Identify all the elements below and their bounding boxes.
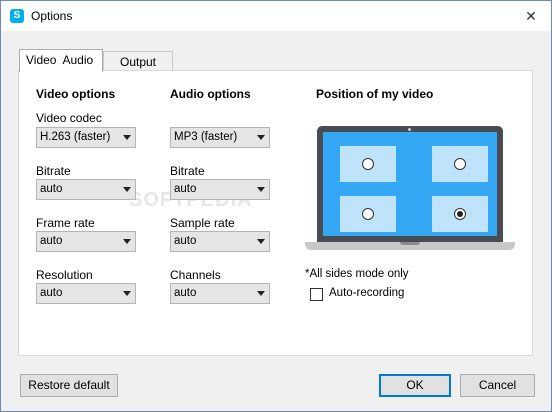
position-bottom-right[interactable] <box>432 196 488 232</box>
video-bitrate-value: auto <box>40 183 63 195</box>
video-codec-label: Video codec <box>36 111 102 125</box>
channels-value: auto <box>174 287 197 299</box>
tab-panel: SOFTPEDIA Video options Video codec H.26… <box>18 70 533 356</box>
position-bottom-left[interactable] <box>340 196 396 232</box>
chevron-down-icon <box>257 239 265 244</box>
video-codec-value: H.263 (faster) <box>40 131 111 143</box>
position-heading: Position of my video <box>316 87 434 101</box>
close-button[interactable]: ✕ <box>511 1 551 31</box>
restore-default-button[interactable]: Restore default <box>20 374 118 397</box>
chevron-down-icon <box>123 239 131 244</box>
resolution-label: Resolution <box>36 268 93 282</box>
laptop-notch <box>400 242 420 245</box>
options-window: S Options ✕ Video Audio Output SOFTPEDIA… <box>0 0 552 412</box>
chevron-down-icon <box>257 135 265 140</box>
tab-video-audio[interactable]: Video Audio <box>19 49 103 72</box>
sample-rate-select[interactable]: auto <box>170 231 270 252</box>
chevron-down-icon <box>123 187 131 192</box>
audio-bitrate-select[interactable]: auto <box>170 179 270 200</box>
cancel-button[interactable]: Cancel <box>460 374 535 397</box>
webcam-dot <box>408 128 411 131</box>
chevron-down-icon <box>257 291 265 296</box>
frame-rate-value: auto <box>40 235 63 247</box>
laptop-lid <box>317 126 503 242</box>
audio-bitrate-label: Bitrate <box>170 164 205 178</box>
resolution-value: auto <box>40 287 63 299</box>
skype-app-icon: S <box>10 9 24 23</box>
frame-rate-select[interactable]: auto <box>36 231 136 252</box>
channels-select[interactable]: auto <box>170 283 270 304</box>
radio-top-left[interactable] <box>362 158 374 170</box>
laptop-screen <box>323 132 497 236</box>
audio-codec-value: MP3 (faster) <box>174 131 238 143</box>
resolution-select[interactable]: auto <box>36 283 136 304</box>
chevron-down-icon <box>123 291 131 296</box>
laptop-illustration <box>305 126 515 251</box>
audio-options-heading: Audio options <box>170 87 251 101</box>
audio-bitrate-value: auto <box>174 183 197 195</box>
radio-top-right[interactable] <box>454 158 466 170</box>
auto-recording-checkbox[interactable] <box>310 288 323 301</box>
video-options-heading: Video options <box>36 87 116 101</box>
position-top-left[interactable] <box>340 146 396 182</box>
sample-rate-value: auto <box>174 235 197 247</box>
position-top-right[interactable] <box>432 146 488 182</box>
channels-label: Channels <box>170 268 221 282</box>
video-bitrate-label: Bitrate <box>36 164 71 178</box>
radio-bottom-left[interactable] <box>362 208 374 220</box>
window-title: Options <box>31 9 73 23</box>
auto-recording-label[interactable]: Auto-recording <box>329 287 404 299</box>
chevron-down-icon <box>123 135 131 140</box>
sample-rate-label: Sample rate <box>170 216 235 230</box>
title-bar: S Options ✕ <box>1 1 551 31</box>
ok-button[interactable]: OK <box>379 374 451 397</box>
laptop-base <box>305 242 515 250</box>
video-codec-select[interactable]: H.263 (faster) <box>36 127 136 148</box>
video-bitrate-select[interactable]: auto <box>36 179 136 200</box>
frame-rate-label: Frame rate <box>36 216 95 230</box>
chevron-down-icon <box>257 187 265 192</box>
radio-bottom-right[interactable] <box>454 208 466 220</box>
tab-output[interactable]: Output <box>103 51 173 71</box>
sides-mode-note: *All sides mode only <box>305 268 409 280</box>
audio-codec-select[interactable]: MP3 (faster) <box>170 127 270 148</box>
